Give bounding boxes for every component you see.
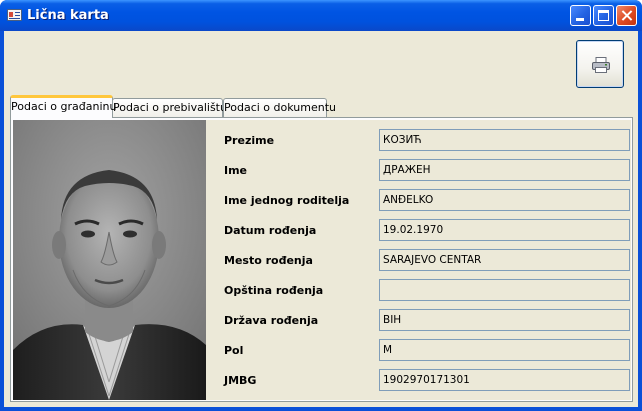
field-row-birth-place: Mesto rođenja SARAJEVO CENTAR	[206, 249, 631, 271]
window-title: Lična karta	[27, 8, 109, 23]
maximize-button[interactable]	[593, 5, 614, 26]
birth-place-label: Mesto rođenja	[224, 254, 313, 267]
title-bar[interactable]: Lična karta	[0, 0, 642, 31]
birth-place-field[interactable]: SARAJEVO CENTAR	[379, 249, 630, 271]
name-field[interactable]: ДРАЖЕН	[379, 159, 630, 181]
jmbg-label: JMBG	[224, 374, 257, 387]
birth-date-label: Datum rođenja	[224, 224, 317, 237]
field-row-parent-name: Ime jednog roditelja ANĐELKO	[206, 189, 631, 211]
minimize-icon	[576, 18, 584, 21]
field-row-surname: Prezime КОЗИЋ	[206, 129, 631, 151]
field-row-jmbg: JMBG 1902970171301	[206, 369, 631, 391]
field-row-birth-date: Datum rođenja 19.02.1970	[206, 219, 631, 241]
id-card-icon	[7, 9, 22, 21]
birth-country-label: Država rođenja	[224, 314, 319, 327]
citizen-data-form: Prezime КОЗИЋ Ime ДРАЖЕН Ime jednog rodi…	[206, 120, 631, 400]
sex-field[interactable]: M	[379, 339, 630, 361]
jmbg-field[interactable]: 1902970171301	[379, 369, 630, 391]
birth-municipality-label: Opština rođenja	[224, 284, 324, 297]
surname-field[interactable]: КОЗИЋ	[379, 129, 630, 151]
window-client-area: Podaci o građaninu Podaci o prebivalištu…	[4, 31, 638, 407]
tab-panel: Prezime КОЗИЋ Ime ДРАЖЕН Ime jednog rodi…	[10, 117, 633, 402]
portrait-image	[13, 120, 206, 400]
parent-name-label: Ime jednog roditelja	[224, 194, 350, 207]
field-row-birth-municipality: Opština rođenja	[206, 279, 631, 301]
field-row-name: Ime ДРАЖЕН	[206, 159, 631, 181]
tab-citizen-data[interactable]: Podaci o građaninu	[10, 95, 116, 118]
minimize-button[interactable]	[570, 5, 591, 26]
print-button[interactable]	[576, 40, 624, 88]
tab-document-data[interactable]: Podaci o dokumentu	[223, 98, 336, 117]
maximize-icon	[598, 10, 609, 21]
birth-date-field[interactable]: 19.02.1970	[379, 219, 630, 241]
citizen-photo	[13, 120, 206, 400]
printer-icon	[592, 57, 610, 73]
tab-residence-data[interactable]: Podaci o prebivalištu	[112, 98, 227, 117]
surname-label: Prezime	[224, 134, 275, 147]
field-row-sex: Pol M	[206, 339, 631, 361]
close-button[interactable]	[616, 5, 637, 26]
name-label: Ime	[224, 164, 248, 177]
field-row-birth-country: Država rođenja BIH	[206, 309, 631, 331]
birth-country-field[interactable]: BIH	[379, 309, 630, 331]
birth-municipality-field[interactable]	[379, 279, 630, 301]
parent-name-field[interactable]: ANĐELKO	[379, 189, 630, 211]
main-window: Lična karta Podaci o građaninu Podaci o …	[0, 0, 642, 411]
sex-label: Pol	[224, 344, 244, 357]
